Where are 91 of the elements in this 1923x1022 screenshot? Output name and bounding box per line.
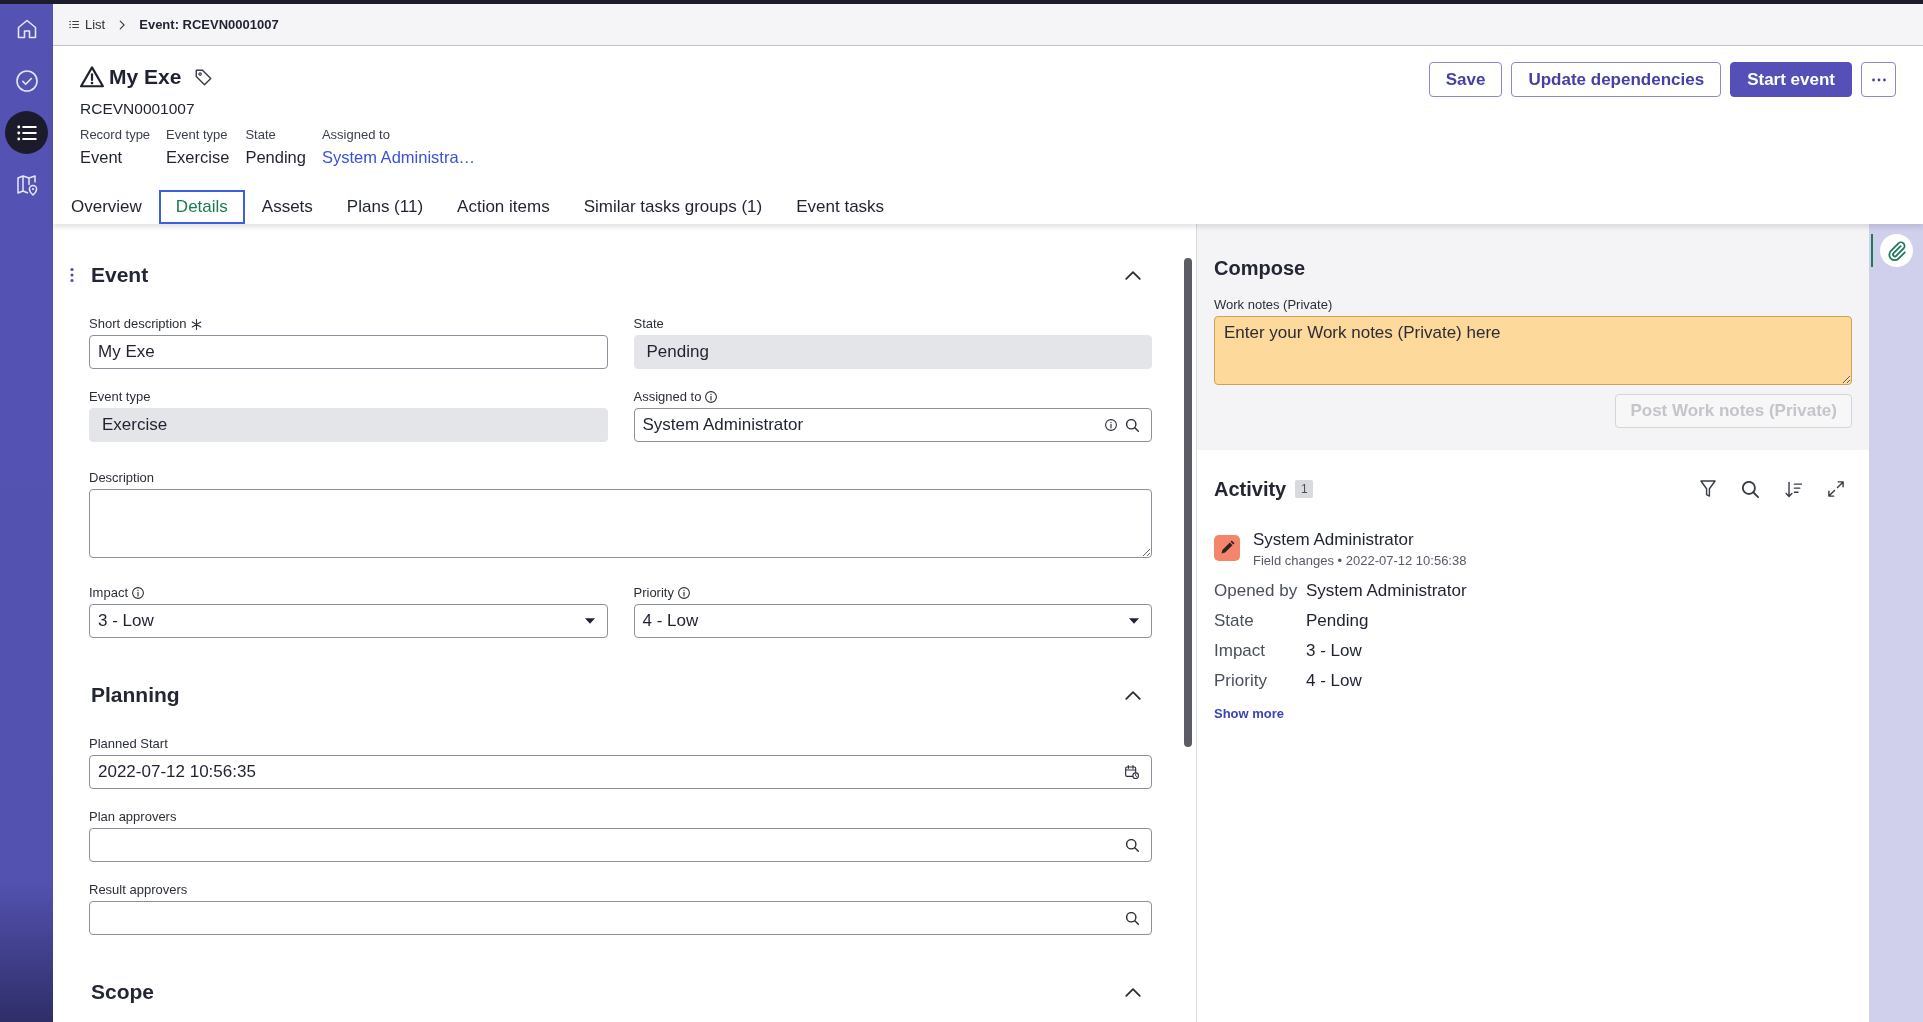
check-circle-icon: [14, 68, 39, 93]
field-label: Description: [89, 470, 155, 486]
change-label: Impact: [1214, 640, 1266, 662]
paperclip-icon: [1880, 234, 1913, 267]
panel-title: Activity: [1214, 477, 1287, 502]
record-title: My Exe: [109, 64, 182, 90]
info-icon[interactable]: [1105, 419, 1117, 431]
field-label: State: [633, 316, 664, 332]
section-title: Planning: [91, 682, 180, 708]
work-notes-field[interactable]: Enter your Work notes (Private) here: [1214, 316, 1852, 385]
nav-button[interactable]: [5, 111, 48, 154]
summary-label: State: [245, 127, 276, 143]
search-icon[interactable]: [1126, 418, 1139, 432]
expand-icon[interactable]: [1828, 481, 1844, 497]
readonly-field[interactable]: Exercise: [89, 408, 608, 442]
field-label: Event type: [89, 389, 151, 405]
readonly-field[interactable]: Pending: [633, 335, 1152, 369]
change-value: Pending: [1306, 610, 1369, 632]
dropdown[interactable]: 4 - Low: [633, 604, 1152, 638]
change-label: Priority: [1214, 670, 1267, 692]
dropdown[interactable]: 3 - Low: [89, 604, 608, 638]
map-pin-icon: [14, 172, 39, 197]
tab[interactable]: Event tasks: [779, 190, 902, 224]
chevron-up-icon: [1125, 690, 1141, 700]
search-icon[interactable]: [1126, 911, 1139, 925]
change-value: 3 - Low: [1306, 640, 1362, 662]
collapse-button[interactable]: [1125, 690, 1141, 700]
tab[interactable]: Action items: [440, 190, 567, 224]
drag-handle-icon[interactable]: [70, 268, 74, 282]
change-label: State: [1214, 610, 1254, 632]
summary-link[interactable]: System Administra…: [321, 146, 476, 168]
field-label: Result approvers: [89, 882, 188, 898]
tab[interactable]: Assets: [244, 190, 330, 224]
scrollbar[interactable]: [1184, 258, 1192, 747]
summary-value: Event: [80, 147, 123, 168]
field-label: Short description: [89, 316, 187, 332]
secondary-button[interactable]: Update dependencies: [1511, 62, 1722, 97]
section-title: Scope: [91, 979, 155, 1005]
summary-label: Event type: [166, 127, 228, 143]
change-value: 4 - Low: [1306, 670, 1362, 692]
more-icon: [1871, 77, 1886, 82]
summary-value: Exercise: [166, 147, 230, 168]
text-area[interactable]: [89, 489, 1152, 558]
secondary-button[interactable]: Save: [1428, 62, 1503, 97]
change-value: System Administrator: [1306, 580, 1467, 602]
lookup-field[interactable]: [89, 828, 1152, 862]
field-label: Plan approvers: [89, 809, 177, 825]
count-badge: 1: [1295, 480, 1314, 498]
warning-icon: [80, 66, 104, 88]
collapse-button[interactable]: [1125, 270, 1141, 280]
summary-label: Record type: [80, 127, 151, 143]
chevron-right-icon: [119, 19, 126, 30]
primary-button[interactable]: Start event: [1730, 62, 1852, 97]
tab[interactable]: Similar tasks groups (1): [566, 190, 780, 224]
more-button[interactable]: [1861, 62, 1896, 97]
record-number: RCEVN0001007: [80, 99, 195, 119]
filter-icon[interactable]: [1700, 480, 1716, 498]
calendar-clock-icon[interactable]: [1125, 765, 1139, 779]
field-label: Planned Start: [89, 736, 168, 752]
caret-icon: [584, 618, 595, 624]
tab[interactable]: Overview: [54, 190, 159, 224]
field-label: Assigned to: [633, 389, 702, 405]
breadcrumb-current: Event: RCEVN0001007: [139, 17, 279, 32]
tab[interactable]: Details: [158, 190, 245, 224]
change-label: Opened by: [1214, 580, 1298, 602]
section-title: Event: [91, 262, 149, 288]
sort-icon[interactable]: [1785, 480, 1802, 498]
chevron-up-icon: [1125, 270, 1141, 280]
tab[interactable]: Plans (11): [329, 190, 441, 224]
entry-author: System Administrator: [1253, 529, 1414, 551]
pencil-icon: [1214, 535, 1240, 561]
input-field[interactable]: My Exe: [89, 335, 608, 369]
chevron-up-icon: [1125, 987, 1141, 997]
panel-title: Compose: [1214, 256, 1307, 281]
tag-icon[interactable]: [195, 68, 213, 86]
summary-value: Pending: [245, 147, 306, 168]
breadcrumb-link[interactable]: List: [69, 17, 106, 32]
collapse-button[interactable]: [1125, 987, 1141, 997]
date-field[interactable]: 2022-07-12 10:56:35: [89, 755, 1152, 789]
field-label: Priority: [633, 585, 674, 601]
field-label: Work notes (Private): [1214, 297, 1334, 313]
search-icon[interactable]: [1742, 480, 1759, 498]
show-more-link[interactable]: Show more: [1214, 706, 1285, 722]
list-icon: [69, 20, 80, 29]
entry-meta: Field changes • 2022-07-12 10:56:38: [1253, 553, 1467, 569]
lookup-field[interactable]: [89, 901, 1152, 935]
caret-icon: [1129, 618, 1139, 624]
field-label: Impact: [89, 585, 128, 601]
summary-label: Assigned to: [321, 127, 390, 143]
lookup-field[interactable]: System Administrator: [633, 408, 1152, 442]
search-icon[interactable]: [1126, 838, 1139, 852]
